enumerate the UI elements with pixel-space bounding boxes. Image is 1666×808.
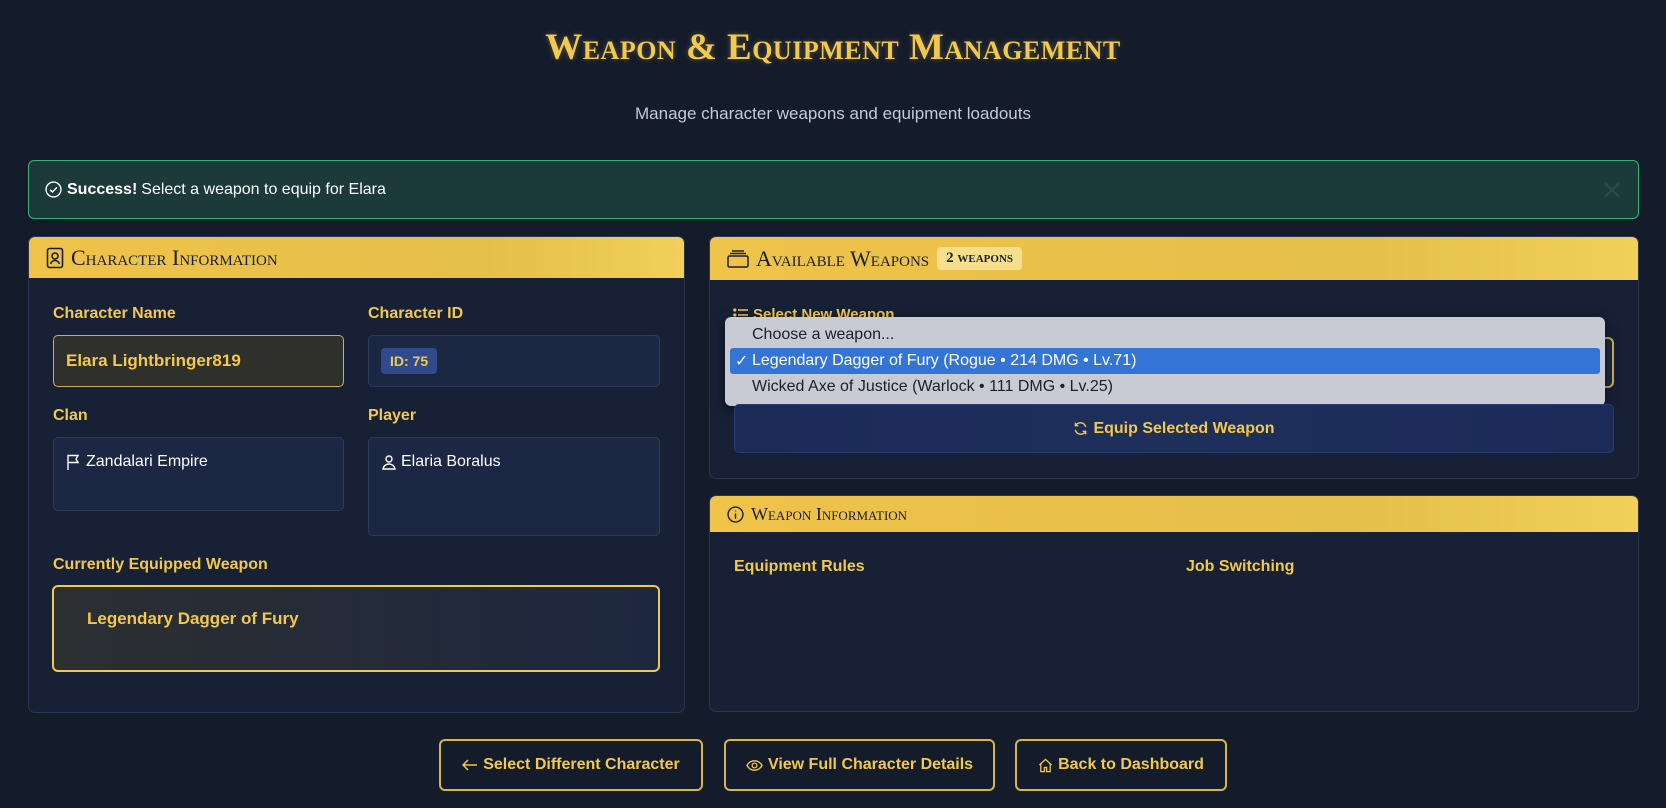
equipped-weapon-name: Legendary Dagger of Fury — [87, 609, 299, 628]
weapon-option-axe[interactable]: Wicked Axe of Justice (Warlock • 111 DMG… — [725, 374, 1605, 400]
character-name-label: Character Name — [53, 305, 176, 322]
equip-button-label: Equip Selected Weapon — [1093, 419, 1275, 437]
character-id-field: ID: 75 — [368, 335, 660, 387]
weapon-info-title: Weapon Information — [751, 503, 908, 524]
view-character-details-button[interactable]: View Full Character Details — [724, 739, 995, 791]
dashboard-label: Back to Dashboard — [1058, 756, 1204, 773]
home-icon — [1039, 758, 1053, 772]
page-title: Weapon & Equipment Management — [545, 27, 1121, 68]
player-field: Elaria Boralus — [368, 437, 660, 536]
checkmark-icon: ✓ — [735, 353, 749, 370]
eye-icon — [746, 759, 763, 771]
character-id-badge: ID: 75 — [381, 348, 438, 374]
character-name-field: Elara Lightbringer819 — [53, 335, 344, 387]
weapon-option-dagger-label: Legendary Dagger of Fury (Rogue • 214 DM… — [752, 352, 1137, 369]
select-character-label: Select Different Character — [483, 756, 680, 773]
weapon-info-card: Weapon Information — [709, 495, 1639, 712]
weapon-info-header: Weapon Information — [710, 496, 1638, 532]
view-details-label: View Full Character Details — [767, 756, 974, 773]
id-badge-icon — [46, 247, 64, 268]
close-icon[interactable] — [1600, 178, 1624, 202]
alert-message: Select a weapon to equip for Elara — [141, 180, 386, 198]
equip-selected-weapon-button[interactable]: Equip Selected Weapon — [734, 404, 1614, 453]
person-icon — [382, 455, 396, 470]
weapon-dropdown-menu[interactable]: Choose a weapon... ✓ Legendary Dagger of… — [725, 317, 1605, 406]
info-icon — [727, 505, 744, 523]
player-value: Elaria Boralus — [401, 453, 501, 470]
clan-label: Clan — [53, 407, 88, 424]
weapon-option-dagger[interactable]: ✓ Legendary Dagger of Fury (Rogue • 214 … — [730, 348, 1600, 374]
back-to-dashboard-button[interactable]: Back to Dashboard — [1015, 739, 1227, 791]
character-card-header: Character Information — [29, 237, 684, 278]
clan-value: Zandalari Empire — [86, 453, 208, 470]
select-different-character-button[interactable]: Select Different Character — [439, 739, 703, 791]
equipped-weapon-panel: Legendary Dagger of Fury — [52, 585, 660, 672]
character-card-title: Character Information — [71, 244, 278, 270]
success-alert: Success! Select a weapon to equip for El… — [28, 160, 1639, 219]
equipped-weapon-label: Currently Equipped Weapon — [53, 556, 268, 573]
equipment-rules-title: Equipment Rules — [734, 558, 865, 575]
weapon-option-placeholder[interactable]: Choose a weapon... — [725, 322, 1605, 348]
refresh-icon — [1075, 422, 1087, 435]
weapon-count-badge: 2 weapons — [937, 247, 1023, 270]
character-id-label: Character ID — [368, 305, 464, 322]
job-switching-title: Job Switching — [1186, 558, 1295, 575]
flag-icon — [67, 454, 80, 470]
alert-strong: Success! — [67, 180, 138, 198]
available-weapons-title: Available Weapons — [756, 245, 930, 271]
available-weapons-header: Available Weapons 2 weapons — [710, 237, 1638, 280]
clan-field: Zandalari Empire — [53, 437, 344, 511]
arrow-left-icon — [462, 759, 478, 771]
player-label: Player — [368, 407, 417, 424]
check-circle-icon — [45, 181, 62, 198]
page-subtitle: Manage character weapons and equipment l… — [635, 104, 1031, 123]
collection-icon — [727, 249, 749, 268]
